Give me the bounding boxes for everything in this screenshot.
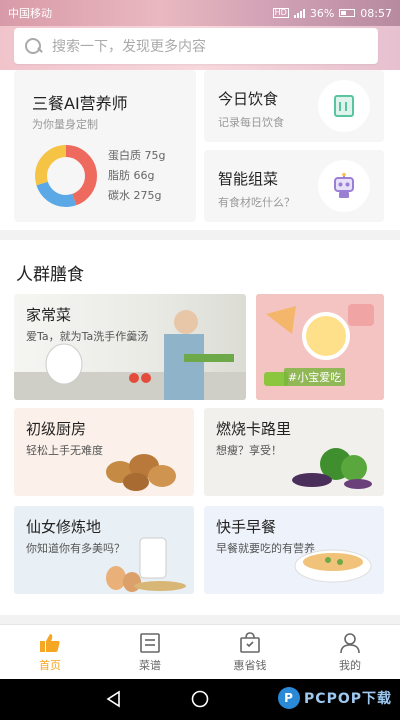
fat-value: 脂肪 66g xyxy=(108,169,155,182)
thumbs-up-icon xyxy=(40,633,60,652)
system-nav-bar: P PCPOP下载 xyxy=(0,679,400,720)
status-bar: 中国移动 HD 36% 08:57 xyxy=(0,0,400,26)
header: 搜索一下，发现更多内容 xyxy=(0,26,400,70)
nav-save-money-label: 惠省钱 xyxy=(233,658,267,672)
search-bar[interactable]: 搜索一下，发现更多内容 xyxy=(14,28,378,64)
today-diet-title: 今日饮食 xyxy=(218,90,279,108)
today-diet-subtitle: 记录每日饮食 xyxy=(218,116,284,129)
diet-record-icon xyxy=(318,80,370,132)
nav-home[interactable]: 首页 xyxy=(0,625,100,679)
hd-icon: HD xyxy=(272,8,289,18)
ai-nutritionist-card[interactable]: 三餐AI营养师 为你量身定制 蛋白质 75g 脂肪 66g 碳水 275g xyxy=(14,70,196,222)
crowd-diet-section: 人群膳食 家常菜 爱Ta，就为Ta洗手作羹汤 #小宝爱吃 初级厨房 轻松上手无难… xyxy=(0,240,400,615)
smart-combo-card[interactable]: 智能组菜 有食材吃什么？ xyxy=(204,150,384,222)
tile-quick-breakfast[interactable]: 快手早餐 早餐就要吃的有营养 xyxy=(204,506,384,594)
nav-save-money[interactable]: 惠省钱 xyxy=(200,625,300,679)
kids-tag: #小宝爱吃 xyxy=(284,368,346,386)
smart-combo-subtitle: 有食材吃什么？ xyxy=(218,196,295,209)
tile-novice-title: 初级厨房 xyxy=(26,420,87,438)
tile-home-cooking[interactable]: 家常菜 爱Ta，就为Ta洗手作羹汤 xyxy=(14,294,246,400)
back-icon[interactable] xyxy=(104,689,124,709)
battery-percent: 36% xyxy=(309,6,335,20)
shopping-bag-icon xyxy=(240,631,260,653)
tile-home-title: 家常菜 xyxy=(26,306,72,324)
breakfast-bowl-image xyxy=(294,549,372,583)
ai-card-title: 三餐AI营养师 xyxy=(32,94,128,113)
bottom-nav: 首页 菜谱 惠省钱 我的 xyxy=(0,624,400,679)
watermark-logo-icon: P xyxy=(278,687,301,709)
signal-icon xyxy=(293,8,305,18)
nav-home-label: 首页 xyxy=(39,658,61,672)
home-circle-icon[interactable] xyxy=(190,689,210,709)
nav-recipes[interactable]: 菜谱 xyxy=(100,625,200,679)
tile-beginner-kitchen[interactable]: 初级厨房 轻松上手无难度 xyxy=(14,408,194,496)
tile-breakfast-title: 快手早餐 xyxy=(216,518,277,536)
tile-burn-subtitle: 想瘦？享受！ xyxy=(216,444,282,457)
tile-fairy-training[interactable]: 仙女修炼地 你知道你有多美吗？ xyxy=(14,506,194,594)
today-diet-card[interactable]: 今日饮食 记录每日饮食 xyxy=(204,70,384,142)
tile-kids-favorite[interactable]: #小宝爱吃 xyxy=(256,294,384,400)
vegetables-image xyxy=(292,448,372,489)
battery-icon xyxy=(339,9,356,17)
milk-eggs-image xyxy=(106,537,186,592)
status-icons: HD 36% 08:57 xyxy=(272,6,392,20)
carrier-name: 中国移动 xyxy=(8,7,52,20)
watermark-text: PCPOP下载 xyxy=(304,691,392,707)
user-icon xyxy=(340,632,360,653)
protein-value: 蛋白质 75g xyxy=(108,149,166,162)
feature-section: 三餐AI营养师 为你量身定制 蛋白质 75g 脂肪 66g 碳水 275g 今日… xyxy=(0,70,400,230)
nav-recipes-label: 菜谱 xyxy=(139,658,161,672)
tile-home-subtitle: 爱Ta，就为Ta洗手作羹汤 xyxy=(26,330,149,343)
smart-combo-title: 智能组菜 xyxy=(218,170,279,188)
tile-burn-calories[interactable]: 燃烧卡路里 想瘦？享受！ xyxy=(204,408,384,496)
tile-burn-title: 燃烧卡路里 xyxy=(216,420,292,438)
nutrition-donut-chart xyxy=(35,145,97,207)
nav-profile-label: 我的 xyxy=(339,658,361,672)
crowd-diet-title: 人群膳食 xyxy=(16,265,84,285)
clock: 08:57 xyxy=(360,6,392,20)
search-icon xyxy=(24,37,42,55)
tile-novice-subtitle: 轻松上手无难度 xyxy=(26,444,103,457)
nutrient-list: 蛋白质 75g 脂肪 66g 碳水 275g xyxy=(108,146,165,206)
recipe-book-icon xyxy=(140,632,160,653)
robot-icon xyxy=(318,160,370,212)
tile-fairy-title: 仙女修炼地 xyxy=(26,518,102,536)
walnuts-image xyxy=(106,454,176,491)
search-placeholder[interactable]: 搜索一下，发现更多内容 xyxy=(52,36,206,56)
ai-card-subtitle: 为你量身定制 xyxy=(32,118,98,131)
nav-profile[interactable]: 我的 xyxy=(300,625,400,679)
carb-value: 碳水 275g xyxy=(108,189,162,202)
watermark: P PCPOP下载 xyxy=(278,687,392,709)
